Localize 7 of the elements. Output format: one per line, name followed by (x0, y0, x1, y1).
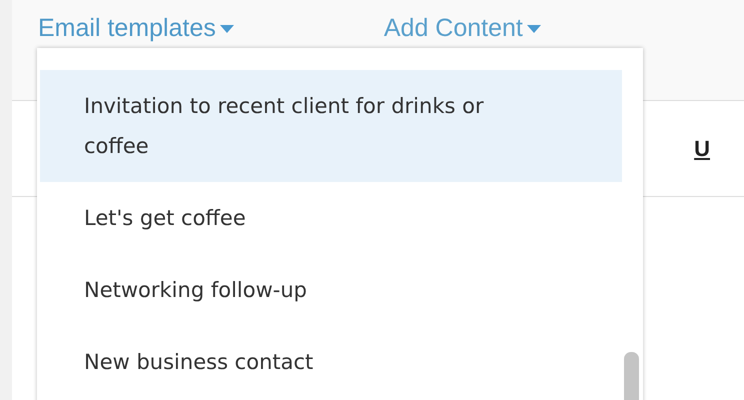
menu-item[interactable]: Invitation to recent client for drinks or coffee (40, 70, 622, 182)
menu-item[interactable]: Networking follow-up (40, 254, 622, 326)
menu-item[interactable]: Let's get coffee (40, 182, 622, 254)
underline-button[interactable]: U (694, 136, 710, 162)
menu-item[interactable]: New business contact (40, 326, 622, 398)
caret-icon (220, 24, 234, 32)
caret-icon (526, 24, 541, 32)
